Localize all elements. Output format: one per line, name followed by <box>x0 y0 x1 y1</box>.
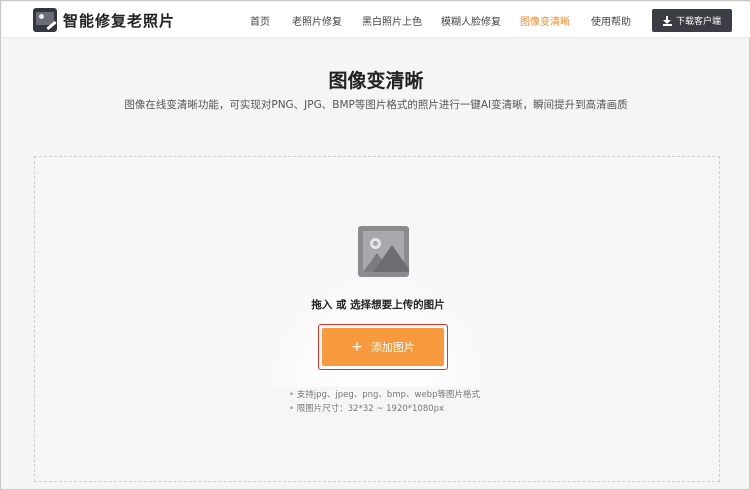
download-client-label: 下载客户端 <box>675 17 721 27</box>
upload-hints: 支持jpg、jpeg、png、bmp、webp等图片格式 限图片尺寸：32*32… <box>289 388 480 416</box>
download-icon <box>662 15 672 26</box>
page-title: 图像变清晰 <box>328 70 424 92</box>
app-frame: 智能修复老照片 首页 老照片修复 黑白照片上色 模糊人脸修复 图像变清晰 使用帮… <box>0 0 750 490</box>
download-client-button[interactable]: 下载客户端 <box>652 9 732 32</box>
nav-help[interactable]: 使用帮助 <box>591 13 631 28</box>
page-subtitle: 图像在线变清晰功能，可实现对PNG、JPG、BMP等图片格式的照片进行一键AI变… <box>124 99 628 111</box>
photo-wand-icon[interactable] <box>33 8 57 32</box>
hint-formats: 支持jpg、jpeg、png、bmp、webp等图片格式 <box>289 388 480 402</box>
add-image-button[interactable]: + 添加图片 <box>322 328 444 366</box>
drop-instruction: 拖入 或 选择想要上传的图片 <box>311 299 445 311</box>
upload-dropzone[interactable]: 拖入 或 选择想要上传的图片 + 添加图片 支持jpg、jpeg、png、bmp… <box>34 156 720 482</box>
top-header: 智能修复老照片 首页 老照片修复 黑白照片上色 模糊人脸修复 图像变清晰 使用帮… <box>2 2 750 38</box>
brand-title[interactable]: 智能修复老照片 <box>63 10 175 31</box>
nav-bw-colorize[interactable]: 黑白照片上色 <box>362 13 422 28</box>
nav-blur-face-repair[interactable]: 模糊人脸修复 <box>441 13 501 28</box>
add-image-label: 添加图片 <box>370 341 415 354</box>
nav-old-photo-repair[interactable]: 老照片修复 <box>292 13 342 28</box>
nav-image-sharpen[interactable]: 图像变清晰 <box>520 13 570 28</box>
image-icon <box>358 226 409 277</box>
plus-icon: + <box>351 339 363 355</box>
nav-home[interactable]: 首页 <box>250 13 270 28</box>
hint-size: 限图片尺寸：32*32 ~ 1920*1080px <box>289 402 480 416</box>
